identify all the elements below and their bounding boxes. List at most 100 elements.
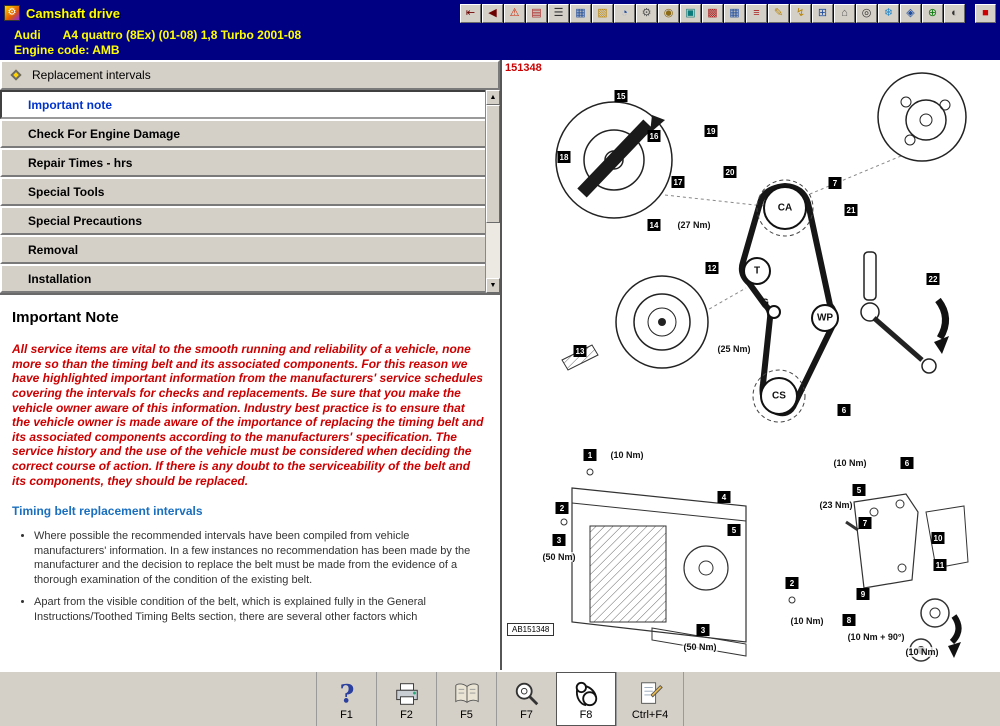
titlebar-toolbar: ⇤◀⚠▤☰▦▧◔⚙◉▣▩▦≡✎↯⊞⌂◎❄◈⊕◐■ <box>460 4 996 23</box>
diagnostics-icon[interactable]: ▣ <box>680 4 701 23</box>
diagram-callout: 12 <box>706 262 719 274</box>
print-icon <box>393 680 421 708</box>
pulley-label-t: T <box>754 266 760 277</box>
section-header: Replacement intervals <box>0 60 500 90</box>
diagram-callout: 5 <box>853 484 866 496</box>
diagram-callout: 14 <box>648 219 661 231</box>
nav-first-icon[interactable]: ⇤ <box>460 4 481 23</box>
bullet-item: Apart from the visible condition of the … <box>34 595 484 624</box>
adjustments-icon[interactable]: ⚙ <box>636 4 657 23</box>
fkey-label: F7 <box>520 709 533 721</box>
torque-label: (23 Nm) <box>818 500 853 510</box>
diagram-callout: 4 <box>718 491 731 503</box>
pin-data-icon[interactable]: ≡ <box>746 4 767 23</box>
menu-item-installation[interactable]: Installation <box>0 264 487 293</box>
warning-icon[interactable]: ⚠ <box>504 4 525 23</box>
technical-drawings-icon[interactable]: ✎ <box>768 4 789 23</box>
menu-item-special-tools[interactable]: Special Tools <box>0 177 487 206</box>
timing-belt-button[interactable]: F8 <box>556 672 616 726</box>
exit-icon[interactable]: ■ <box>975 4 996 23</box>
vehicle-brand: Audi <box>14 28 41 42</box>
pulley-label-g: G <box>761 298 769 309</box>
menu-item-label: Installation <box>28 272 91 286</box>
vehicle-data-icon[interactable]: ▦ <box>570 4 591 23</box>
torque-label: (25 Nm) <box>716 344 751 354</box>
menu-item-removal[interactable]: Removal <box>0 235 487 264</box>
zoom-icon <box>513 680 541 708</box>
diagram-callout: 18 <box>558 151 571 163</box>
print-button[interactable]: F2 <box>376 672 436 726</box>
fkey-label: F2 <box>400 709 413 721</box>
menu-item-label: Repair Times - hrs <box>28 156 132 170</box>
engine-code: Engine code: AMB <box>14 43 1000 58</box>
torque-label: (10 Nm + 90°) <box>847 632 906 642</box>
diagram-callout: 16 <box>648 130 661 142</box>
diagram-callout: 7 <box>829 177 842 189</box>
torque-label: (10 Nm) <box>832 458 867 468</box>
diagram-callout: 11 <box>934 559 947 571</box>
pulley-label-wp: WP <box>817 313 833 324</box>
nav-back-icon[interactable]: ◀ <box>482 4 503 23</box>
scrollbar-thumb[interactable] <box>486 105 500 223</box>
function-key-bar: ? F1 F2 F5 F7 F8 Ctrl+F4 <box>0 670 1000 726</box>
notes-button[interactable]: Ctrl+F4 <box>616 672 684 726</box>
help-icon: ? <box>333 680 361 708</box>
manual-book-icon <box>453 680 481 708</box>
tyres-icon[interactable]: ◎ <box>856 4 877 23</box>
trouble-codes-icon[interactable]: ▩ <box>702 4 723 23</box>
scroll-up-icon[interactable]: ▲ <box>486 90 500 105</box>
fkey-label: F5 <box>460 709 473 721</box>
article-content: Important Note All service items are vit… <box>0 293 500 670</box>
topic-menu: Important note Check For Engine Damage R… <box>0 90 500 293</box>
menu-item-repair-times[interactable]: Repair Times - hrs <box>0 148 487 177</box>
service-schedules-icon[interactable]: ▧ <box>592 4 613 23</box>
zoom-button[interactable]: F7 <box>496 672 556 726</box>
diagram-callout: 7 <box>859 517 872 529</box>
fuses-relays-icon[interactable]: ⊞ <box>812 4 833 23</box>
engine-management-icon[interactable]: ▦ <box>724 4 745 23</box>
menu-item-label: Special Precautions <box>28 214 142 228</box>
airbags-icon[interactable]: ◈ <box>900 4 921 23</box>
key-programming-icon[interactable]: ⊕ <box>922 4 943 23</box>
scrollbar-track[interactable] <box>486 223 500 278</box>
menu-item-check-for-engine-damage[interactable]: Check For Engine Damage <box>0 119 487 148</box>
diagram-callout: 3 <box>697 624 710 636</box>
diagram-panel: 151348 AB151348 <box>502 60 1000 670</box>
pulley-label-cs: CS <box>772 391 786 402</box>
vehicle-model: A4 quattro (8Ex) (01-08) 1,8 Turbo 2001-… <box>63 28 302 42</box>
diagram-callout: 3 <box>553 534 566 546</box>
contents-icon[interactable]: ☰ <box>548 4 569 23</box>
torque-label: (10 Nm) <box>789 616 824 626</box>
bulletins-icon[interactable]: ▤ <box>526 4 547 23</box>
diagram-callout: 2 <box>556 502 569 514</box>
lubricants-icon[interactable]: ◉ <box>658 4 679 23</box>
vehicle-line: Audi A4 quattro (8Ex) (01-08) 1,8 Turbo 2… <box>14 28 1000 43</box>
repair-times-icon[interactable]: ◔ <box>614 4 635 23</box>
wiring-diagrams-icon[interactable]: ↯ <box>790 4 811 23</box>
component-location-icon[interactable]: ⌂ <box>834 4 855 23</box>
menu-item-label: Check For Engine Damage <box>28 127 180 141</box>
diagram-callout: 20 <box>724 166 737 178</box>
diagram-callout: 9 <box>857 588 870 600</box>
menu-item-label: Special Tools <box>28 185 104 199</box>
window-title: Camshaft drive <box>26 6 120 21</box>
manual-button[interactable]: F5 <box>436 672 496 726</box>
diagram-ref-number: 151348 <box>505 62 542 74</box>
air-conditioning-icon[interactable]: ❄ <box>878 4 899 23</box>
help-button[interactable]: ? F1 <box>316 672 376 726</box>
timing-belts-icon[interactable]: ◐ <box>944 4 965 23</box>
menu-item-important-note[interactable]: Important note <box>0 90 487 119</box>
diagram-callout: 6 <box>901 457 914 469</box>
fkey-label: F8 <box>580 709 593 721</box>
left-panel: Replacement intervals Important note Che… <box>0 60 502 670</box>
fkey-label: Ctrl+F4 <box>632 709 668 721</box>
menu-scrollbar[interactable]: ▲ ▼ <box>485 90 500 293</box>
menu-item-label: Important note <box>28 98 112 112</box>
menu-item-special-precautions[interactable]: Special Precautions <box>0 206 487 235</box>
menu-item-label: Removal <box>28 243 78 257</box>
warning-paragraph: All service items are vital to the smoot… <box>12 342 484 488</box>
main-area: Replacement intervals Important note Che… <box>0 60 1000 670</box>
notes-icon <box>636 680 664 708</box>
torque-label: (50 Nm) <box>541 552 576 562</box>
scroll-down-icon[interactable]: ▼ <box>486 278 500 293</box>
